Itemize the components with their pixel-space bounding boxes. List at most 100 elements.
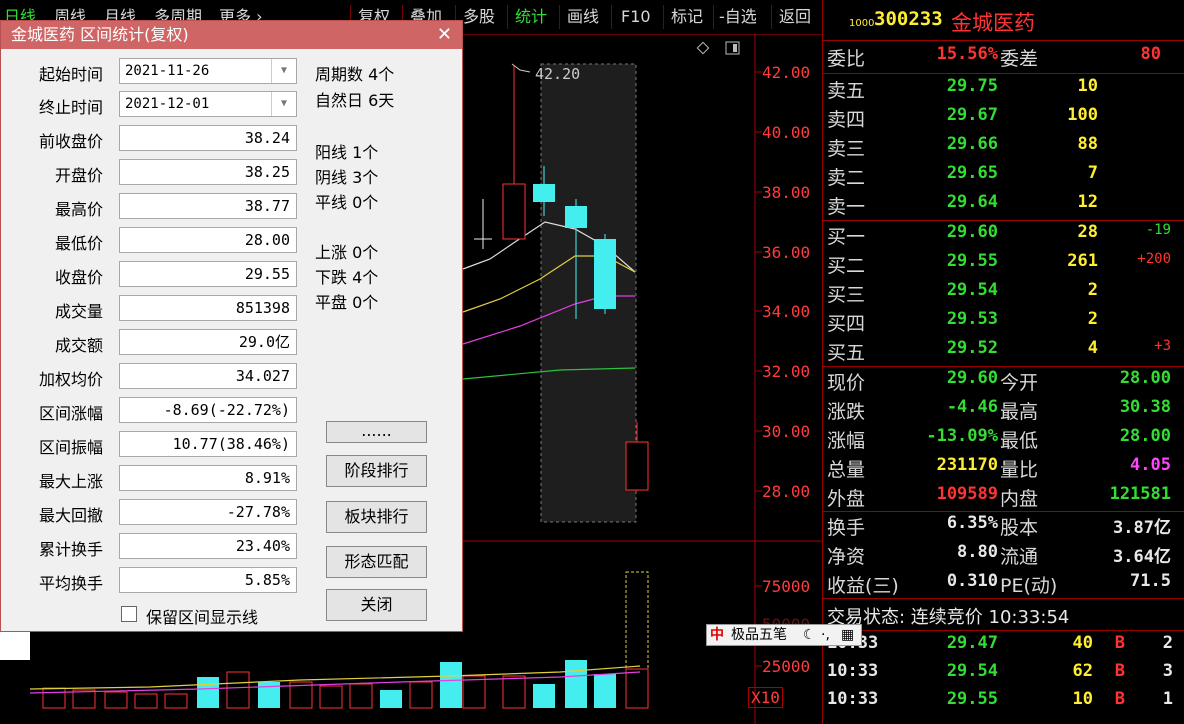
field-label: 平均换手 bbox=[25, 570, 103, 594]
bid-price: 29.60 bbox=[923, 222, 998, 242]
keep-lines-checkbox[interactable] bbox=[121, 606, 137, 622]
summary-text: 阳线 1个 bbox=[315, 139, 378, 163]
ask-price: 29.65 bbox=[923, 163, 998, 183]
field-value: 8.91% bbox=[119, 465, 297, 491]
draw-line-button[interactable]: 画线 bbox=[563, 5, 603, 29]
stat-row: 涨跌-4.46最高30.38 bbox=[823, 397, 1173, 426]
ask-label: 卖三 bbox=[827, 134, 865, 161]
chevron-down-icon[interactable]: ▼ bbox=[271, 59, 296, 83]
vol-label-75000: 75000 bbox=[762, 577, 810, 596]
stat-row: 外盘109589内盘121581 bbox=[823, 484, 1173, 513]
field-value: 29.0亿 bbox=[119, 329, 297, 355]
dialog-titlebar[interactable]: 金城医药 区间统计(复权) ✕ bbox=[1, 21, 462, 49]
y-label-42: 42.00 bbox=[762, 63, 810, 82]
bid-volume: 28 bbox=[1023, 222, 1098, 242]
pattern-match-button[interactable]: 形态匹配 bbox=[326, 546, 427, 578]
stock-name: 金城医药 bbox=[951, 7, 1035, 37]
field-value: 38.25 bbox=[119, 159, 297, 185]
sector-ranking-button[interactable]: 板块排行 bbox=[326, 501, 427, 533]
stat-row: 涨幅-13.09%最低28.00 bbox=[823, 426, 1173, 455]
field-value: -8.69(-22.72%) bbox=[119, 397, 297, 423]
stock-code: 300233 bbox=[874, 8, 943, 30]
stats-button[interactable]: 统计 bbox=[511, 5, 551, 29]
stage-ranking-button[interactable]: 阶段排行 bbox=[326, 455, 427, 487]
bid-price: 29.55 bbox=[923, 251, 998, 271]
tick-row: 10:3329.4740B2 bbox=[823, 633, 1173, 662]
bid-price: 29.54 bbox=[923, 280, 998, 300]
trade-state: 交易状态: 连续竞价 10:33:54 bbox=[823, 603, 1173, 632]
close-button[interactable]: 关闭 bbox=[326, 589, 427, 621]
y-label-28: 28.00 bbox=[762, 482, 810, 501]
bid-change: -19 bbox=[1103, 222, 1171, 238]
fund-row: 净资8.80流通3.64亿 bbox=[823, 542, 1173, 571]
bid-volume: 2 bbox=[1023, 280, 1098, 300]
field-label: 开盘价 bbox=[25, 162, 103, 186]
start-date-select[interactable]: 2021-11-26▼ bbox=[119, 58, 297, 84]
bid-row[interactable]: 买一29.6028-19 bbox=[823, 222, 1173, 251]
more-options-button[interactable]: ...... bbox=[326, 421, 427, 443]
field-label: 最大上涨 bbox=[25, 468, 103, 492]
vol-label-25000: 25000 bbox=[762, 657, 810, 676]
back-button[interactable]: 返回 bbox=[775, 5, 815, 29]
tick-row: 10:3329.5510B1 bbox=[823, 689, 1173, 718]
summary-text: 平盘 0个 bbox=[315, 289, 378, 313]
bid-price: 29.53 bbox=[923, 309, 998, 329]
ask-price: 29.66 bbox=[923, 134, 998, 154]
ask-label: 卖五 bbox=[827, 76, 865, 103]
panel-toggle-icon[interactable] bbox=[726, 42, 739, 54]
ask-row[interactable]: 卖五29.7510 bbox=[823, 76, 1173, 105]
ask-row[interactable]: 卖一29.6412 bbox=[823, 192, 1173, 221]
field-label: 区间振幅 bbox=[25, 434, 103, 458]
ime-punct-icon[interactable]: ·, bbox=[821, 625, 830, 645]
chevron-down-icon[interactable]: ▼ bbox=[271, 92, 296, 116]
ime-keyboard-icon[interactable]: ▦ bbox=[841, 625, 854, 645]
y-label-32: 32.00 bbox=[762, 362, 810, 381]
y-label-30: 30.00 bbox=[762, 422, 810, 441]
close-icon[interactable]: ✕ bbox=[437, 21, 452, 49]
bid-row[interactable]: 买五29.524+3 bbox=[823, 338, 1173, 367]
field-value: 23.40% bbox=[119, 533, 297, 559]
field-label: 最大回撤 bbox=[25, 502, 103, 526]
field-value: 34.027 bbox=[119, 363, 297, 389]
diamond-icon[interactable] bbox=[697, 42, 708, 53]
ime-moon-icon[interactable]: ☾ bbox=[803, 625, 816, 645]
code-prefix: 1000 bbox=[849, 18, 874, 29]
weibi-row: 委比 15.56% 委差 80 bbox=[823, 44, 1173, 73]
ask-volume: 7 bbox=[1023, 163, 1098, 183]
bid-row[interactable]: 买二29.55261+200 bbox=[823, 251, 1173, 280]
tick-row: 10:3329.5462B3 bbox=[823, 661, 1173, 690]
bid-label: 买五 bbox=[827, 338, 865, 365]
field-value: 29.55 bbox=[119, 261, 297, 287]
ask-volume: 100 bbox=[1023, 105, 1098, 125]
ask-row[interactable]: 卖二29.657 bbox=[823, 163, 1173, 192]
fund-row: 换手6.35%股本3.87亿 bbox=[823, 513, 1173, 542]
watchlist-button[interactable]: -自选 bbox=[715, 5, 761, 29]
end-date-select[interactable]: 2021-12-01▼ bbox=[119, 91, 297, 117]
y-label-38: 38.00 bbox=[762, 183, 810, 202]
field-label: 前收盘价 bbox=[25, 128, 103, 152]
ask-price: 29.64 bbox=[923, 192, 998, 212]
bid-volume: 4 bbox=[1023, 338, 1098, 358]
ask-price: 29.75 bbox=[923, 76, 998, 96]
bid-label: 买三 bbox=[827, 280, 865, 307]
multi-stock-button[interactable]: 多股 bbox=[459, 5, 499, 29]
vol-unit-label: X10 bbox=[748, 687, 783, 708]
ime-logo-icon: 中 bbox=[710, 625, 724, 645]
ask-volume: 88 bbox=[1023, 134, 1098, 154]
field-label: 累计换手 bbox=[25, 536, 103, 560]
mark-button[interactable]: 标记 bbox=[667, 5, 707, 29]
field-value: 5.85% bbox=[119, 567, 297, 593]
start-label: 起始时间 bbox=[25, 61, 103, 85]
bid-row[interactable]: 买三 29.54 2 bbox=[823, 280, 1173, 309]
f10-button[interactable]: F10 bbox=[617, 5, 655, 29]
field-label: 收盘价 bbox=[25, 264, 103, 288]
stat-row: 总量231170量比4.05 bbox=[823, 455, 1173, 484]
ime-toolbar[interactable]: 中 极品五笔 ☾ ·, ▦ bbox=[706, 624, 862, 646]
ask-label: 卖一 bbox=[827, 192, 865, 219]
bid-row[interactable]: 买四29.532 bbox=[823, 309, 1173, 338]
ask-label: 卖四 bbox=[827, 105, 865, 132]
field-value: 28.00 bbox=[119, 227, 297, 253]
ask-row[interactable]: 卖四29.67100 bbox=[823, 105, 1173, 134]
ask-row[interactable]: 卖三 29.66 88 bbox=[823, 134, 1173, 163]
summary-text: 周期数 4个 bbox=[315, 61, 394, 85]
